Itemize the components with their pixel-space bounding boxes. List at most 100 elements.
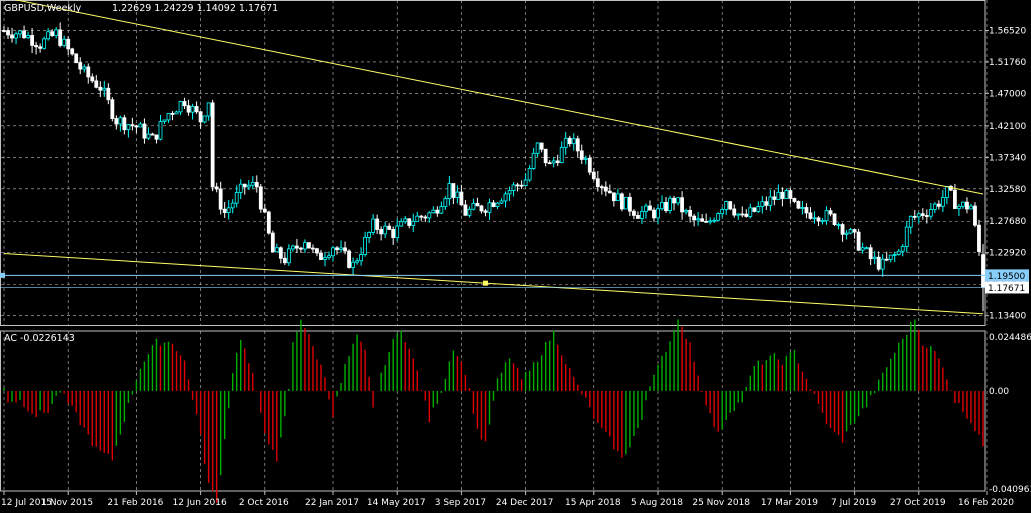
trendline-handle	[482, 280, 488, 286]
candle-body	[547, 162, 552, 165]
candle-body	[684, 209, 688, 213]
candle	[70, 47, 75, 56]
candle	[636, 211, 640, 219]
candle	[828, 207, 833, 217]
candle-body	[415, 215, 420, 222]
candle	[969, 203, 973, 210]
candle	[559, 141, 564, 164]
candle-body	[66, 38, 71, 50]
candle-body	[30, 35, 34, 46]
date-axis-label: 21 Feb 2016	[107, 498, 163, 508]
candle	[254, 175, 259, 193]
candle-body	[455, 191, 460, 198]
trendlines[interactable]	[0, 0, 985, 315]
candle-body	[920, 213, 925, 216]
candle	[816, 216, 821, 226]
candle-body	[274, 247, 279, 253]
ohlc-readout: 1.22629 1.24229 1.14092 1.17671	[112, 3, 278, 14]
candle	[14, 31, 18, 45]
candle	[343, 241, 347, 255]
candle	[788, 188, 793, 204]
candle-body	[953, 189, 957, 209]
candle	[664, 197, 668, 213]
candle	[355, 257, 359, 265]
candle	[82, 64, 87, 73]
axes: 1.56520 1.51760 1.47000 1.42100 1.37340 1.325…	[1, 26, 1031, 508]
ac-axis-label: 0.0244868	[989, 333, 1031, 343]
candle	[286, 244, 291, 266]
candle	[170, 111, 175, 121]
candle-body	[611, 192, 616, 202]
candle	[736, 213, 741, 220]
candle-body	[892, 253, 897, 256]
candle-body	[640, 211, 644, 219]
candle	[455, 185, 460, 204]
date-axis-label: 25 Nov 2018	[692, 498, 750, 508]
date-axis-label: 17 Mar 2019	[761, 498, 818, 508]
candle	[977, 219, 981, 256]
candle-body	[912, 215, 917, 218]
candle	[58, 22, 63, 48]
candle-body	[54, 29, 59, 37]
candle-body	[447, 183, 452, 200]
candle-body	[965, 201, 969, 210]
candle	[648, 200, 652, 211]
candle	[784, 188, 789, 200]
candle	[379, 226, 384, 241]
candle	[22, 25, 26, 39]
candle	[499, 198, 504, 204]
candle-body	[407, 218, 412, 226]
candle	[591, 168, 596, 181]
candle-body	[511, 184, 516, 191]
candle	[146, 127, 151, 140]
candle	[335, 246, 339, 255]
candle	[427, 211, 432, 223]
candle-body	[844, 232, 849, 235]
candle-body	[828, 210, 833, 215]
candle	[463, 199, 468, 216]
candle	[957, 204, 961, 217]
candle	[38, 43, 43, 53]
candle	[407, 218, 412, 229]
candle	[824, 206, 829, 225]
candle	[953, 183, 957, 209]
candle	[363, 231, 368, 257]
candle-body	[463, 204, 468, 216]
candle	[54, 27, 59, 39]
candle-body	[290, 245, 295, 250]
candle	[347, 249, 351, 269]
candle	[579, 144, 584, 164]
candle-body	[471, 202, 476, 210]
candle	[495, 201, 500, 210]
candle-body	[969, 205, 973, 210]
candle-body	[58, 29, 63, 46]
candle	[539, 142, 544, 153]
candle-body	[218, 188, 223, 210]
candle	[451, 183, 456, 205]
candle	[523, 173, 528, 187]
candle-body	[660, 201, 664, 210]
candle-body	[286, 248, 291, 264]
candle	[351, 257, 355, 276]
candle-body	[363, 237, 368, 255]
candle-body	[764, 201, 769, 206]
candle-body	[860, 247, 865, 251]
candle-body	[379, 229, 384, 235]
candle	[748, 203, 753, 219]
candle	[471, 198, 476, 211]
trading-chart[interactable]: 1.56520 1.51760 1.47000 1.42100 1.37340 1.325…	[0, 0, 1031, 513]
price-panel-frame	[0, 0, 986, 326]
candle	[262, 203, 267, 214]
candle	[323, 251, 327, 267]
candle	[551, 157, 556, 168]
candle	[90, 73, 95, 83]
candle-body	[102, 87, 107, 91]
candle-body	[916, 213, 921, 218]
candle	[692, 213, 697, 227]
candle	[142, 118, 147, 144]
candle-body	[571, 138, 576, 145]
candle	[230, 199, 235, 214]
candle	[619, 192, 624, 212]
candle-body	[936, 203, 941, 207]
candle	[764, 196, 769, 210]
